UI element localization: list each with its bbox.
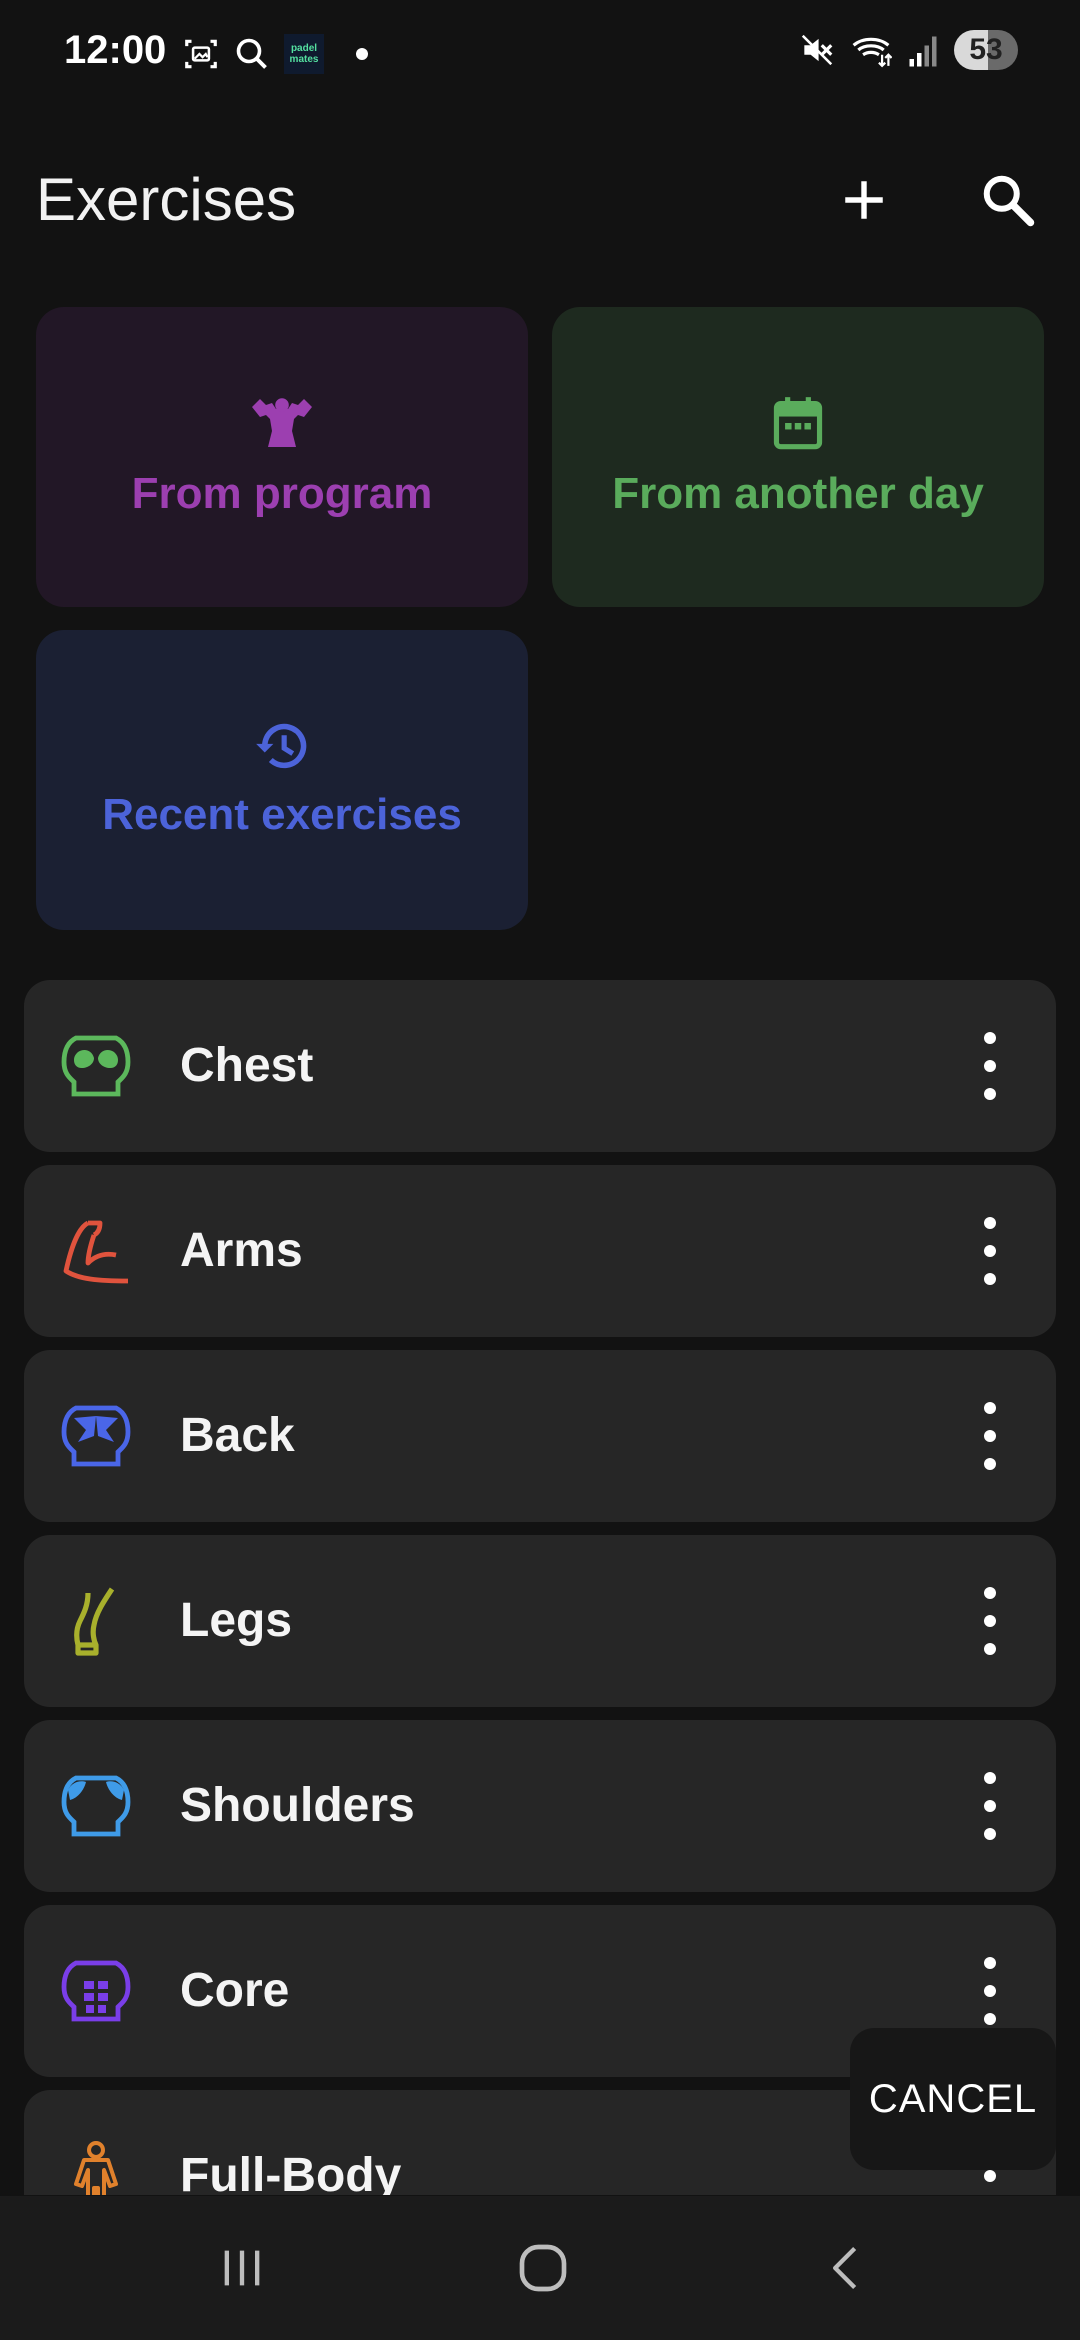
leg-icon xyxy=(74,1587,115,1656)
calendar-icon xyxy=(773,397,823,450)
search-button[interactable] xyxy=(968,160,1048,240)
category-label: Back xyxy=(180,1409,295,1462)
core-icon xyxy=(61,1960,131,2022)
category-label: Full-Body xyxy=(180,2149,402,2195)
history-icon xyxy=(256,723,307,769)
category-row-chest[interactable]: Chest xyxy=(24,980,1056,1152)
arm-icon xyxy=(63,1220,129,1284)
more-options-button[interactable] xyxy=(974,1957,1006,2025)
back-icon xyxy=(61,1405,131,1467)
category-label: Legs xyxy=(180,1594,293,1647)
status-system-icons: 53 xyxy=(798,30,1018,70)
category-label: Core xyxy=(180,1964,290,2017)
plus-icon xyxy=(845,181,883,219)
recent-apps-icon xyxy=(224,2250,260,2286)
more-options-button[interactable] xyxy=(974,1772,1006,1840)
search-notification-icon xyxy=(236,38,267,69)
category-label: Chest xyxy=(180,1039,314,1092)
full-body-icon xyxy=(74,2141,118,2195)
status-time: 12:00 xyxy=(64,28,167,72)
add-exercise-button[interactable] xyxy=(824,160,904,240)
recent-exercises-tile[interactable]: Recent exercises xyxy=(36,630,528,930)
from-program-tile[interactable]: From program xyxy=(36,307,528,607)
cancel-button[interactable]: CANCEL xyxy=(850,2028,1056,2170)
back-button[interactable] xyxy=(806,2236,886,2300)
category-row-arms[interactable]: Arms xyxy=(24,1165,1056,1337)
from-program-label: From program xyxy=(131,469,433,518)
battery-icon: 53 xyxy=(954,30,1018,70)
padel-mates-app-icon: padel mates xyxy=(284,34,324,74)
category-label: Arms xyxy=(180,1224,303,1277)
more-options-button[interactable] xyxy=(974,1402,1006,1470)
mute-icon xyxy=(801,34,833,66)
screenshot-icon xyxy=(185,39,217,69)
search-icon xyxy=(983,175,1035,227)
from-another-day-tile[interactable]: From another day xyxy=(552,307,1044,607)
more-notifications-dot-icon xyxy=(356,48,368,60)
signal-icon xyxy=(909,36,937,67)
category-label: Shoulders xyxy=(180,1779,415,1832)
chest-icon xyxy=(61,1035,131,1097)
home-icon xyxy=(519,2244,567,2292)
back-arrow-icon xyxy=(833,2246,857,2290)
status-bar: 12:00 padel mates 53 xyxy=(0,0,1080,110)
category-row-shoulders[interactable]: Shoulders xyxy=(24,1720,1056,1892)
recent-apps-button[interactable] xyxy=(202,2236,282,2300)
page-title: Exercises xyxy=(36,166,297,233)
shoulders-icon xyxy=(61,1775,131,1837)
flexing-bicep-icon xyxy=(252,398,312,447)
wifi-icon xyxy=(852,37,892,68)
more-options-button[interactable] xyxy=(974,1032,1006,1100)
recent-exercises-label: Recent exercises xyxy=(102,790,462,839)
navigation-bar xyxy=(0,2196,1080,2340)
from-another-day-label: From another day xyxy=(612,469,984,518)
category-row-legs[interactable]: Legs xyxy=(24,1535,1056,1707)
more-options-button[interactable] xyxy=(974,1217,1006,1285)
status-notification-icons: padel mates xyxy=(182,34,368,74)
more-options-button[interactable] xyxy=(974,1587,1006,1655)
home-button[interactable] xyxy=(503,2236,583,2300)
category-row-back[interactable]: Back xyxy=(24,1350,1056,1522)
category-list: Chest Arms Back Legs Shoulders Core Full… xyxy=(24,980,1056,2195)
